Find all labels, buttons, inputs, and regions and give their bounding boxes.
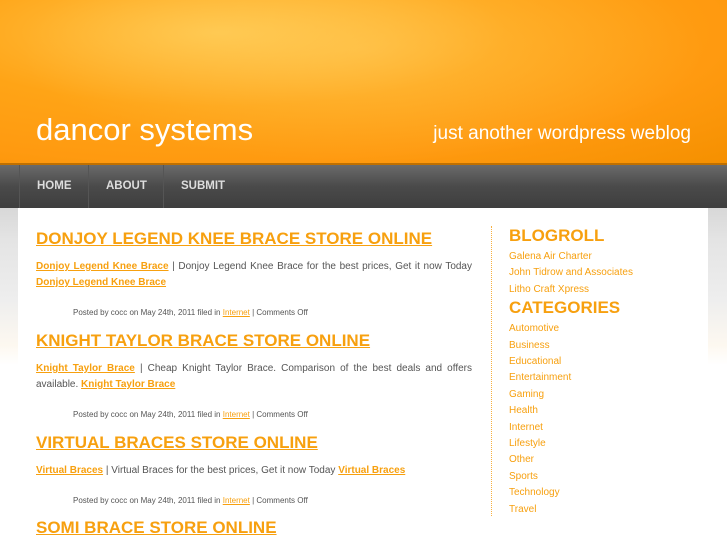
comments-status: | Comments Off <box>249 410 308 419</box>
post-meta: Posted by cocc on May 24th, 2011 filed i… <box>73 308 223 317</box>
blogroll-heading: BLOGROLL <box>509 226 605 245</box>
categories-heading: CATEGORIES <box>509 298 621 318</box>
nav-about[interactable]: ABOUT <box>88 165 164 208</box>
post: VIRTUAL BRACES STORE ONLINE Virtual Brac… <box>36 433 472 505</box>
sidebar: BLOGROLL Galena Air Charter John Tidrow … <box>491 226 691 516</box>
category-link[interactable]: Internet <box>509 420 691 436</box>
category-link[interactable]: Other <box>509 452 691 468</box>
site-tagline: just another wordpress weblog <box>433 123 691 144</box>
category-link[interactable]: Sports <box>509 469 691 485</box>
category-link[interactable]: Business <box>509 338 691 354</box>
post-text: | Virtual Braces for the best prices, Ge… <box>103 465 339 476</box>
category-link[interactable]: Travel <box>509 502 691 518</box>
nav-home[interactable]: HOME <box>19 165 89 208</box>
post-title[interactable]: KNIGHT TAYLOR BRACE STORE ONLINE <box>36 331 472 351</box>
post-link[interactable]: Virtual Braces <box>338 465 405 476</box>
category-link[interactable]: Health <box>509 403 691 419</box>
post-link[interactable]: Knight Taylor Brace <box>36 363 135 374</box>
category-link[interactable]: Technology <box>509 485 691 501</box>
blogroll-link[interactable]: Galena Air Charter <box>509 249 691 265</box>
category-link[interactable]: Internet <box>223 308 250 317</box>
post-link[interactable]: Knight Taylor Brace <box>81 379 175 390</box>
category-link[interactable]: Automotive <box>509 321 691 337</box>
category-link[interactable]: Entertainment <box>509 370 691 386</box>
post-title[interactable]: DONJOY LEGEND KNEE BRACE STORE ONLINE <box>36 229 472 249</box>
post-link[interactable]: Virtual Braces <box>36 465 103 476</box>
post-meta: Posted by cocc on May 24th, 2011 filed i… <box>73 410 223 419</box>
nav-submit[interactable]: SUBMIT <box>163 165 243 208</box>
blogroll-link[interactable]: John Tidrow and Associates <box>509 265 691 281</box>
category-link[interactable]: Lifestyle <box>509 436 691 452</box>
post-title[interactable]: SOMI BRACE STORE ONLINE <box>36 518 472 538</box>
post-title[interactable]: VIRTUAL BRACES STORE ONLINE <box>36 433 472 453</box>
site-header: dancor systems just another wordpress we… <box>0 0 727 163</box>
post-link[interactable]: Donjoy Legend Knee Brace <box>36 261 169 272</box>
post-text: | Donjoy Legend Knee Brace for the best … <box>168 261 472 272</box>
category-link[interactable]: Educational <box>509 354 691 370</box>
category-link[interactable]: Internet <box>223 410 250 419</box>
post: DONJOY LEGEND KNEE BRACE STORE ONLINE Do… <box>36 229 472 317</box>
post-meta: Posted by cocc on May 24th, 2011 filed i… <box>73 496 223 505</box>
main-nav: HOME ABOUT SUBMIT <box>0 163 727 208</box>
site-title[interactable]: dancor systems <box>36 112 253 148</box>
post: SOMI BRACE STORE ONLINE <box>36 518 472 538</box>
comments-status: | Comments Off <box>249 496 308 505</box>
blogroll-link[interactable]: Litho Craft Xpress <box>509 282 691 298</box>
post: KNIGHT TAYLOR BRACE STORE ONLINE Knight … <box>36 331 472 419</box>
post-link[interactable]: Donjoy Legend Knee Brace <box>36 277 166 288</box>
comments-status: | Comments Off <box>249 308 308 317</box>
category-link[interactable]: Internet <box>223 496 250 505</box>
category-link[interactable]: Gaming <box>509 387 691 403</box>
